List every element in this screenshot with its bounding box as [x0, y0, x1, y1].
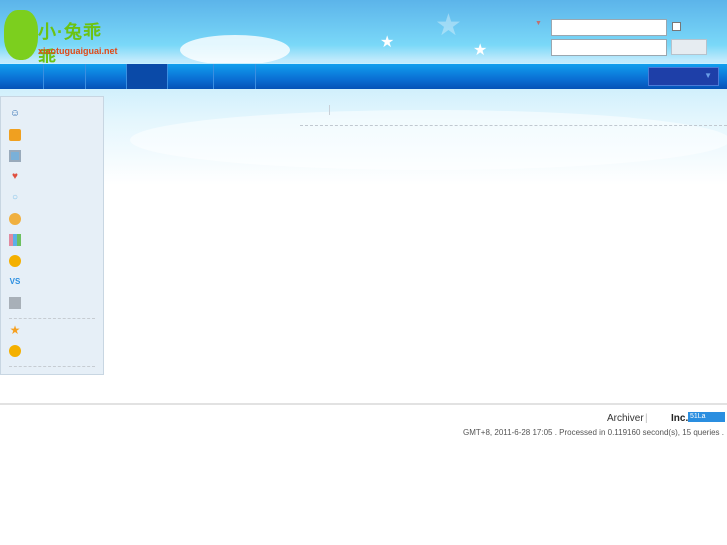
chat-bubble-icon[interactable]: ○	[9, 192, 21, 204]
nav-item[interactable]	[168, 64, 214, 89]
chevron-down-icon: ▼	[704, 71, 712, 80]
gold-ingot-icon[interactable]	[9, 345, 21, 357]
divider	[300, 125, 727, 126]
star-icon: ★	[435, 9, 462, 42]
nav-dropdown[interactable]: ▼	[648, 67, 719, 86]
nav-item-active[interactable]	[127, 64, 168, 89]
nav-item[interactable]	[44, 64, 86, 89]
gold-ingot-icon[interactable]	[9, 255, 21, 267]
logo-domain: xiaotuguaiguai.net	[38, 46, 118, 56]
main-nav: ▼	[0, 63, 727, 89]
site-logo[interactable]: 小·兔乖乖 xiaotuguaiguai.net	[2, 6, 118, 68]
star-icon: ★	[380, 34, 395, 51]
rabbit-mascot-icon	[4, 10, 38, 60]
nav-item[interactable]	[0, 64, 44, 89]
nav-item[interactable]	[214, 64, 256, 89]
username-input[interactable]	[551, 19, 667, 36]
debug-info: GMT+8, 2011-6-28 17:05 . Processed in 0.…	[463, 428, 724, 437]
password-input[interactable]	[551, 39, 667, 56]
nav-item[interactable]	[86, 64, 127, 89]
remember-me-checkbox[interactable]	[672, 22, 681, 31]
profile-icon[interactable]: ☺	[9, 108, 21, 120]
footer-inc: Inc.	[671, 413, 689, 424]
star-icon[interactable]: ★	[9, 324, 21, 336]
chart-icon[interactable]	[9, 234, 21, 246]
footer-divider	[0, 403, 727, 405]
divider	[9, 366, 95, 367]
vs-icon[interactable]: VS	[9, 276, 21, 288]
star-icon: ★	[473, 42, 488, 59]
cloud	[180, 35, 290, 65]
login-button[interactable]	[671, 39, 707, 55]
notebook-icon[interactable]	[9, 129, 21, 141]
divider	[329, 105, 330, 115]
photo-icon[interactable]	[9, 150, 21, 162]
stats-badge[interactable]: 51La	[688, 412, 725, 422]
divider	[9, 318, 95, 319]
cart-icon[interactable]	[9, 297, 21, 309]
heart-icon[interactable]: ♥	[9, 171, 21, 183]
sidebar: ☺ ♥ ○ VS ★	[0, 96, 104, 375]
login-type-dropdown-arrow-icon[interactable]: ▼	[535, 20, 542, 27]
separator: |	[645, 413, 648, 424]
cloud	[130, 110, 727, 170]
group-icon[interactable]	[9, 213, 21, 225]
archiver-link[interactable]: Archiver	[607, 413, 644, 424]
